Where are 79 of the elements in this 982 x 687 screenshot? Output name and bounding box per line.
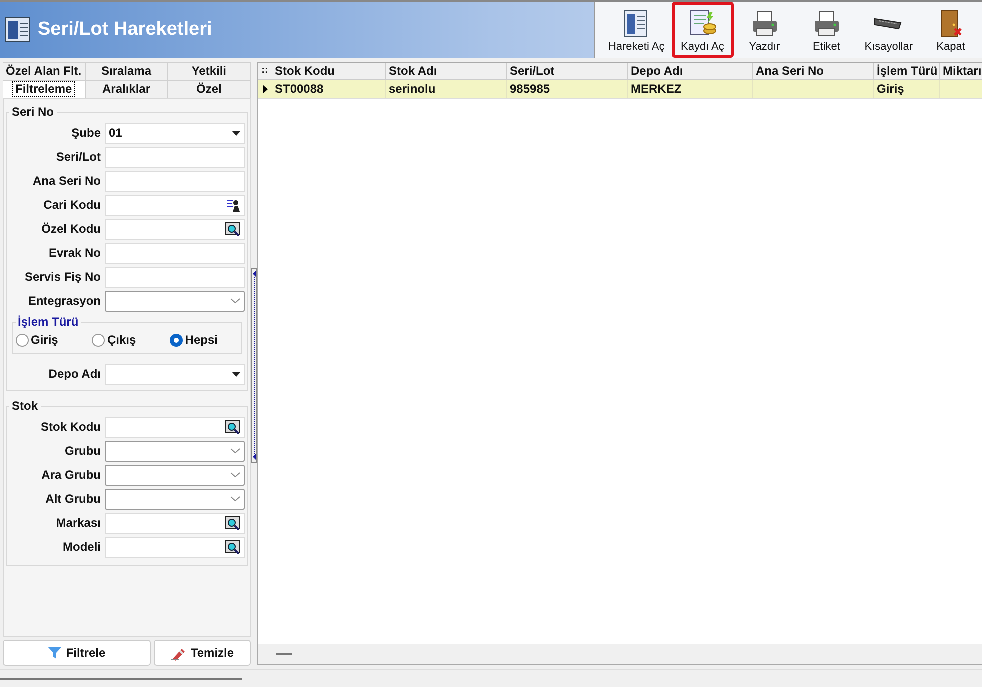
- dropdown-field[interactable]: [105, 290, 245, 312]
- table-cell: Giriş: [877, 82, 904, 96]
- toolbar-button[interactable]: Kaydı Aç: [672, 2, 734, 58]
- table-cell: ST00088: [275, 82, 324, 96]
- field-label: Cari Kodu: [42, 197, 102, 214]
- search-book-icon[interactable]: [225, 420, 241, 434]
- table-row[interactable]: ST00088 serinolu 985985 MERKEZ Giriş: [258, 80, 982, 99]
- column-header[interactable]: Stok Kodu: [272, 63, 386, 79]
- column-header[interactable]: İşlem Türü: [874, 63, 940, 79]
- tab[interactable]: Filtreleme: [3, 80, 86, 98]
- action-button[interactable]: Filtrele: [3, 640, 151, 666]
- field-label: Modeli: [62, 539, 102, 556]
- input-field[interactable]: [105, 266, 245, 288]
- dropdown-field[interactable]: 01: [105, 122, 245, 144]
- chevron-down-icon[interactable]: [230, 298, 241, 304]
- search-book-icon[interactable]: [225, 516, 241, 530]
- search-book-icon[interactable]: [225, 222, 241, 236]
- field-label: Servis Fiş No: [24, 269, 102, 286]
- field-label: Alt Grubu: [44, 491, 102, 508]
- tab[interactable]: Özel: [168, 80, 252, 98]
- dropdown-field[interactable]: [105, 440, 245, 462]
- row-indicator-icon: [262, 84, 268, 94]
- group-title: Seri No: [11, 104, 56, 121]
- grid-corner: ::: [260, 64, 270, 78]
- group-title: Stok: [11, 398, 40, 415]
- radio-button[interactable]: [92, 334, 106, 346]
- column-header[interactable]: Stok Adı: [386, 63, 507, 79]
- group-title: İşlem Türü: [17, 314, 80, 331]
- toolbar-button[interactable]: Kısayollar: [858, 2, 920, 58]
- tab[interactable]: Yetkili: [168, 62, 252, 80]
- dropdown-arrow-icon[interactable]: [232, 372, 241, 376]
- field-value: 01: [109, 125, 122, 142]
- tab[interactable]: Aralıklar: [86, 80, 168, 98]
- field-label: Grubu: [64, 443, 102, 460]
- radio-label: Hepsi: [185, 332, 218, 349]
- tab[interactable]: Özel Alan Flt.: [3, 62, 86, 80]
- dropdown-field[interactable]: [105, 488, 245, 510]
- field-label: Özel Kodu: [40, 221, 102, 238]
- column-header[interactable]: Depo Adı: [628, 63, 753, 79]
- column-header[interactable]: Seri/Lot: [507, 63, 628, 79]
- person-lookup-icon[interactable]: [226, 198, 241, 212]
- scrollbar-thumb[interactable]: [276, 653, 292, 655]
- table-cell: MERKEZ: [631, 82, 682, 96]
- chevron-down-icon[interactable]: [230, 472, 241, 478]
- search-book-icon[interactable]: [225, 540, 241, 554]
- table-cell: serinolu: [389, 82, 436, 96]
- field-label: Markası: [55, 515, 102, 532]
- toolbar-button[interactable]: Yazdır: [734, 2, 796, 58]
- radio-label: Çıkış: [107, 332, 136, 349]
- field-label: Seri/Lot: [55, 149, 102, 166]
- chevron-down-icon[interactable]: [230, 496, 241, 502]
- field-label: Evrak No: [48, 245, 102, 262]
- input-field[interactable]: [105, 170, 245, 192]
- field-label: Şube: [70, 125, 102, 142]
- radio-button[interactable]: [16, 334, 29, 346]
- column-header[interactable]: Miktarı: [940, 63, 982, 79]
- radio-button[interactable]: [170, 334, 184, 346]
- field-label: Stok Kodu: [40, 419, 102, 436]
- toolbar-button[interactable]: Etiket: [796, 2, 858, 58]
- toolbar-button[interactable]: Kapat: [920, 2, 982, 58]
- tab[interactable]: Sıralama: [86, 62, 168, 80]
- window-title: Seri/Lot Hareketleri: [38, 18, 212, 42]
- field-label: Ara Grubu: [40, 467, 102, 484]
- funnel-icon: [48, 646, 62, 660]
- field-label: Depo Adı: [48, 366, 102, 383]
- action-button[interactable]: Temizle: [154, 640, 251, 666]
- field-label: Ana Seri No: [32, 173, 102, 190]
- table-cell: 985985: [510, 82, 550, 96]
- keyboard-icon: [874, 18, 904, 30]
- column-header[interactable]: Ana Seri No: [753, 63, 874, 79]
- dropdown-field[interactable]: [105, 464, 245, 486]
- document-coins-icon: [688, 8, 718, 38]
- toolbar-button[interactable]: Hareketi Aç: [601, 2, 672, 58]
- input-field[interactable]: [105, 146, 245, 168]
- input-field[interactable]: [105, 242, 245, 264]
- chevron-down-icon[interactable]: [230, 448, 241, 454]
- dropdown-arrow-icon[interactable]: [232, 130, 241, 136]
- field-label: Entegrasyon: [27, 293, 102, 310]
- radio-label: Giriş: [31, 332, 58, 349]
